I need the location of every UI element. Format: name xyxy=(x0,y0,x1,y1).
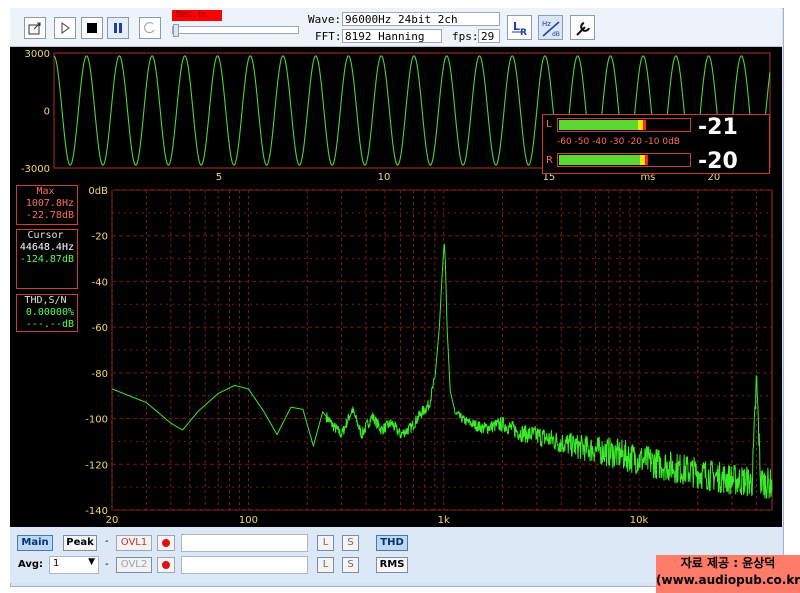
thd-info-box: THD,S/N 0.00000% ---.--dB xyxy=(16,294,78,332)
meter-channel-l: L xyxy=(546,119,552,130)
avg-value: 1 xyxy=(53,558,60,569)
meter-fill-l xyxy=(559,120,638,130)
meter-scale: -60 -50 -40 -30 -20 -10 0dB xyxy=(557,137,680,147)
ovl1-save-button[interactable]: S xyxy=(342,535,359,551)
spectrum-y-tick: 0dB xyxy=(88,186,108,197)
cursor-frequency: 44648.4Hz xyxy=(19,242,74,253)
spectrum-x-tick: 20 xyxy=(106,515,119,526)
max-frequency: 1007.8Hz xyxy=(25,198,74,209)
chevron-down-icon[interactable]: ▼ xyxy=(88,557,95,567)
ovl1-load-button[interactable]: L xyxy=(317,535,334,551)
loop-icon[interactable] xyxy=(139,17,161,39)
level-meter-panel: L -21 -60 -50 -40 -30 -20 -10 0dB R -20 xyxy=(542,114,770,174)
meter-bar-l xyxy=(557,118,691,132)
svg-text:L: L xyxy=(513,20,520,33)
meter-channel-r: R xyxy=(546,155,553,166)
source-credit: 자료 제공 : 윤상덕 (www.audiopub.co.kr) xyxy=(656,555,800,593)
thd-button[interactable]: THD xyxy=(376,535,408,551)
main-button[interactable]: Main xyxy=(17,535,53,551)
spectrum-trace xyxy=(111,243,773,499)
max-level: -22.78dB xyxy=(25,210,74,221)
wave-format-field: 96000Hz 24bit 2ch xyxy=(342,12,500,26)
fps-label: fps: xyxy=(452,30,479,43)
stop-icon[interactable] xyxy=(81,17,103,39)
max-info-box: Max 1007.8Hz -22.78dB xyxy=(16,185,78,225)
meter-clip-l xyxy=(642,120,646,130)
settings-wrench-icon[interactable] xyxy=(570,15,595,40)
credit-line-2: (www.audiopub.co.kr) xyxy=(656,573,800,587)
max-title: Max xyxy=(36,186,55,197)
svg-text:dB: dB xyxy=(552,31,560,38)
thd-title: THD,S/N xyxy=(24,295,67,306)
credit-line-1: 자료 제공 : 윤상덕 xyxy=(680,556,776,570)
spectrum-x-tick: 100 xyxy=(239,515,258,526)
ovl2-record-icon[interactable] xyxy=(157,557,175,573)
meter-clip-r xyxy=(645,155,648,165)
avg-label: Avg: xyxy=(18,559,44,570)
ovl2-name-field[interactable] xyxy=(181,556,308,574)
spectrum-y-tick: -60 xyxy=(92,323,108,334)
scope-y-tick: 0 xyxy=(44,107,50,118)
analyzer-window: Rec. In. Wave: 96000Hz 24bit 2ch FFT: 81… xyxy=(0,0,800,593)
wave-label: Wave: xyxy=(308,13,342,26)
pause-icon[interactable] xyxy=(107,17,129,39)
scope-x-tick: 10 xyxy=(378,172,391,182)
ovl1-name-field[interactable] xyxy=(181,534,308,552)
scope-y-tick: -3000 xyxy=(21,164,50,175)
rec-in-label: Rec. In. xyxy=(172,10,222,21)
ovl2-save-button[interactable]: S xyxy=(342,557,359,573)
sn-value: ---.--dB xyxy=(25,319,74,330)
meter-value-l: -21 xyxy=(698,115,738,140)
play-icon[interactable] xyxy=(54,17,76,39)
rec-level-slider[interactable] xyxy=(172,24,299,37)
svg-text:Hz: Hz xyxy=(542,20,551,28)
svg-text:R: R xyxy=(520,28,527,38)
ovl2-button[interactable]: OVL2 xyxy=(116,557,152,573)
spectrum-y-tick: -120 xyxy=(85,460,108,471)
spectrum-y-tick: -40 xyxy=(92,277,108,288)
separator-dash: - xyxy=(105,536,109,547)
spectrum-y-tick: -20 xyxy=(92,232,108,243)
spectrum-plot: 0dB -20 -40 -60 -80 -100 -120 -14020 100 1k 10k xyxy=(85,186,773,526)
spectrum-x-tick: 10k xyxy=(630,515,649,526)
separator-dash-2: - xyxy=(105,559,109,570)
scope-x-tick: 5 xyxy=(216,172,222,182)
ovl2-load-button[interactable]: L xyxy=(317,557,334,573)
lr-channel-icon[interactable]: LR xyxy=(507,15,532,40)
avg-select[interactable]: 1 ▼ xyxy=(49,556,99,574)
spectrum-y-tick: -80 xyxy=(92,369,108,380)
fps-field: 29 xyxy=(478,29,500,43)
ovl1-record-icon[interactable] xyxy=(157,535,175,551)
fft-setting-field[interactable]: 8192 Hanning xyxy=(342,29,442,43)
spectrum-y-tick: -100 xyxy=(85,415,108,426)
cursor-info-box: Cursor 44648.4Hz -124.87dB xyxy=(16,229,78,289)
peak-button[interactable]: Peak xyxy=(63,535,97,551)
rms-button[interactable]: RMS xyxy=(376,557,408,573)
meter-value-r: -20 xyxy=(698,149,738,174)
thd-value: 0.00000% xyxy=(25,307,74,318)
fft-label: FFT: xyxy=(315,30,342,43)
cursor-level: -124.87dB xyxy=(19,254,74,265)
spectrum-y-tick: -140 xyxy=(85,506,108,517)
spectrum-panel: 0dB -20 -40 -60 -80 -100 -120 -140 20 100 1k 10k Ma… xyxy=(10,182,782,527)
meter-fill-r xyxy=(559,155,640,165)
spectrum-x-tick: 1k xyxy=(438,515,450,526)
cursor-title: Cursor xyxy=(27,230,64,241)
meter-bar-r xyxy=(557,153,691,167)
scope-y-tick: 3000 xyxy=(25,49,50,60)
hz-db-icon[interactable]: Hz dB xyxy=(538,15,563,40)
rec-slider-thumb[interactable] xyxy=(173,24,179,37)
export-icon[interactable] xyxy=(24,17,46,39)
ovl1-button[interactable]: OVL1 xyxy=(116,535,152,551)
